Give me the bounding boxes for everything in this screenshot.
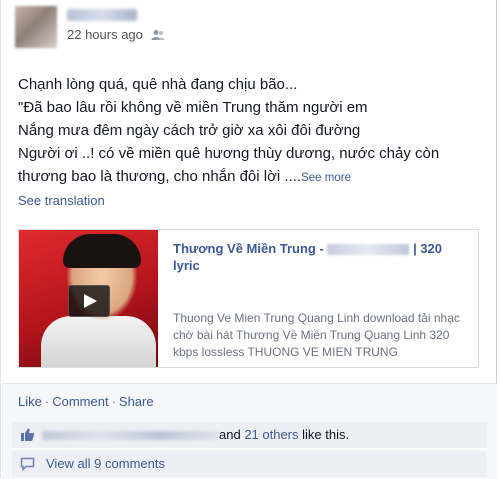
message-line: thương bao là thương, cho nhắn đôi lời .…: [18, 168, 302, 185]
likes-summary: and 21 others like this.: [12, 422, 487, 449]
post-actions: Like · Comment · Share: [18, 394, 154, 409]
like-button[interactable]: Like: [18, 394, 42, 409]
thumbnail-hair: [63, 234, 141, 268]
video-thumbnail[interactable]: [19, 230, 158, 367]
card-title-part1[interactable]: Thương Về Miền Trung -: [173, 241, 324, 256]
message-line: Nắng mưa đêm ngày cách trở giờ xa xôi đô…: [18, 122, 361, 139]
play-icon[interactable]: [68, 285, 110, 317]
post-message: Chạnh lòng quá, quê nhà đang chịu bão...…: [18, 73, 488, 190]
card-title-part2[interactable]: | 320: [413, 241, 442, 256]
card-description: Thuong Ve Mien Trung Quang Linh download…: [173, 311, 460, 359]
share-button[interactable]: Share: [119, 394, 154, 409]
view-all-comments-link[interactable]: View all 9 comments: [46, 456, 165, 471]
post-timestamp[interactable]: 22 hours ago: [67, 27, 143, 42]
likes-and: and: [219, 427, 245, 442]
action-separator: ·: [111, 394, 116, 409]
likes-text: and 21 others like this.: [219, 427, 349, 442]
card-title-line2[interactable]: lyric: [173, 258, 200, 273]
card-title[interactable]: Thương Về Miền Trung - | 320 lyric: [173, 240, 465, 274]
post-footer: Like · Comment · Share and 21 others like th…: [2, 383, 497, 479]
comment-icon: [20, 457, 35, 471]
likes-others-link[interactable]: 21 others: [244, 427, 298, 442]
thumbs-up-icon: [21, 428, 35, 441]
comment-button[interactable]: Comment: [52, 394, 108, 409]
avatar[interactable]: [15, 6, 57, 48]
message-line: Chạnh lòng quá, quê nhà đang chịu bão...: [18, 76, 298, 93]
message-line-last: thương bao là thương, cho nhắn đôi lời .…: [18, 165, 488, 190]
card-title-redacted: [327, 244, 410, 256]
likes-suffix: like this.: [298, 427, 350, 442]
action-separator: ·: [44, 394, 50, 409]
feed-post: 22 hours ago Chạnh lòng quá, quê nhà đan…: [0, 0, 497, 479]
shared-link-card[interactable]: Thương Về Miền Trung - | 320 lyric Thuon…: [18, 229, 479, 368]
message-line: "Đã bao lâu rồi không về miền Trung thăm…: [18, 99, 368, 116]
author-name-redacted[interactable]: [67, 9, 137, 21]
message-line: Người ơi ..! có về miền quê hương thùy d…: [18, 145, 440, 162]
likers-redacted[interactable]: [42, 431, 218, 440]
friends-icon[interactable]: [151, 29, 165, 41]
comments-summary: View all 9 comments: [12, 451, 487, 477]
thumbnail-shirt: [41, 316, 156, 367]
see-more-link[interactable]: See more: [301, 172, 351, 184]
see-translation-link[interactable]: See translation: [18, 193, 105, 208]
